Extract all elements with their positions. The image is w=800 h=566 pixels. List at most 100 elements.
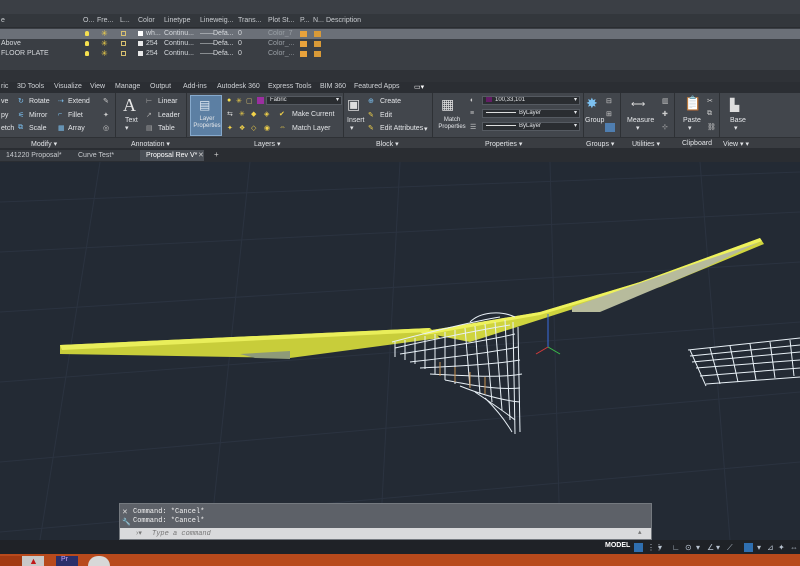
explode-icon[interactable]: ✦ — [103, 111, 109, 119]
base-button[interactable]: Base — [730, 117, 746, 124]
header-lineweight[interactable]: Lineweig... — [200, 17, 233, 24]
panel-title-view[interactable]: View ▾ ▾ — [723, 140, 749, 148]
vp-freeze-icon[interactable] — [314, 51, 321, 57]
layer-properties-button[interactable]: ▤ Layer Properties — [190, 95, 222, 136]
color-swatch[interactable] — [138, 51, 143, 56]
chevron-down-icon[interactable]: ▾ — [350, 124, 354, 132]
text-button[interactable]: Text — [125, 117, 138, 124]
unlock-icon[interactable] — [121, 51, 126, 56]
id-point-icon[interactable]: ✚ — [662, 110, 668, 118]
erase-icon[interactable]: ✎ — [103, 97, 109, 105]
match-properties-icon[interactable]: ▦ — [441, 96, 454, 113]
fillet-button[interactable]: Fillet — [68, 112, 83, 119]
close-icon[interactable]: ✕ — [122, 508, 128, 516]
layer-lineweight[interactable]: Defa... — [213, 50, 234, 57]
panel-title-modify[interactable]: Modify ▾ — [31, 140, 57, 148]
sun-thaw-icon[interactable]: ✳ — [101, 40, 108, 48]
layer-freeze-icon[interactable]: ✳ — [239, 110, 245, 118]
layer-transparency[interactable]: 0 — [238, 30, 242, 37]
group-icon[interactable]: ✸ — [586, 95, 598, 112]
layer-previous-icon[interactable]: ◉ — [264, 124, 270, 132]
panel-title-annotation[interactable]: Annotation ▾ — [131, 140, 170, 148]
tab-overflow-icon[interactable]: ▭▾ — [414, 83, 424, 91]
calculator-icon[interactable]: ▥ — [662, 97, 669, 105]
object-snap-tracking-icon[interactable]: ⟋ — [727, 543, 733, 553]
sun-thaw-icon[interactable]: ✳ — [101, 50, 108, 58]
layer-lock-icon[interactable]: ◈ — [264, 110, 269, 118]
panel-title-properties[interactable]: Properties ▾ — [485, 140, 522, 148]
header-name[interactable]: e — [1, 17, 5, 24]
doc-tab[interactable]: Curve Test* — [72, 150, 142, 161]
command-input[interactable] — [152, 528, 632, 539]
doc-tab[interactable]: 141220 Proposal* — [0, 150, 74, 161]
extend-button[interactable]: Extend — [68, 98, 90, 105]
color-swatch[interactable] — [138, 31, 143, 36]
leader-button[interactable]: Leader — [158, 112, 180, 119]
layer-linetype[interactable]: Continu... — [164, 40, 194, 47]
text-a-icon[interactable]: A — [123, 95, 136, 116]
layer-lineweight[interactable]: Defa... — [213, 40, 234, 47]
header-linetype[interactable]: Linetype — [164, 17, 190, 24]
tab-express-tools[interactable]: Express Tools — [268, 83, 311, 90]
object-snap-icon[interactable] — [744, 543, 753, 552]
chevron-down-icon[interactable]: ▾ — [636, 124, 640, 132]
edit-attributes-button[interactable]: Edit Attributes — [380, 125, 423, 132]
drawing-viewport[interactable] — [0, 161, 800, 541]
stretch-button[interactable]: etch — [1, 125, 14, 132]
scale-button[interactable]: Scale — [29, 125, 47, 132]
panel-title-groups[interactable]: Groups ▾ — [586, 140, 614, 148]
header-color[interactable]: Color — [138, 17, 155, 24]
header-freeze[interactable]: Fre... — [97, 17, 113, 24]
header-lock[interactable]: L... — [120, 17, 130, 24]
chevron-down-icon[interactable]: ▾ — [424, 125, 428, 133]
tab-basic[interactable]: ric — [1, 83, 8, 90]
isodraft-icon[interactable]: ∠ — [707, 543, 714, 552]
layer-isolate-icon[interactable]: ◆ — [251, 110, 256, 118]
layer-tool-icon[interactable]: ⇆ — [227, 110, 233, 118]
insert-block-icon[interactable]: ▣ — [347, 96, 360, 113]
panel-title-utilities[interactable]: Utilities ▾ — [632, 140, 660, 148]
printer-icon[interactable] — [300, 51, 307, 57]
tab-manage[interactable]: Manage — [115, 83, 140, 90]
mirror-button[interactable]: Mirror — [29, 112, 47, 119]
ungroup-icon[interactable]: ⊟ — [606, 97, 612, 105]
layer-row[interactable]: FLOOR PLATE ✳ 254 Continu... —— Defa... … — [0, 49, 800, 59]
layer-walk-icon[interactable]: ❖ — [239, 124, 245, 132]
tab-autodesk-360[interactable]: Autodesk 360 — [217, 83, 260, 90]
close-tab-icon[interactable]: ✕ — [198, 151, 204, 159]
move-button[interactable]: ve — [1, 98, 8, 105]
panel-title-layers[interactable]: Layers ▾ — [254, 140, 280, 148]
match-properties-button[interactable]: Match Properties — [437, 117, 467, 131]
chevron-down-icon[interactable]: ▾ — [688, 124, 692, 132]
chevron-down-icon[interactable]: ▾ — [734, 124, 738, 132]
layer-transparency[interactable]: 0 — [238, 40, 242, 47]
chevron-up-icon[interactable]: ▴ — [638, 528, 642, 536]
layer-row[interactable]: Above ✳ 254 Continu... —— Defa... 0 Colo… — [0, 39, 800, 49]
header-plot[interactable]: P... — [300, 17, 310, 24]
copy-icon[interactable]: ⧉ — [707, 110, 712, 118]
make-current-button[interactable]: Make Current — [292, 111, 334, 118]
copy-link-icon[interactable]: ⛓ — [707, 123, 716, 131]
tab-add-ins[interactable]: Add-ins — [183, 83, 207, 90]
annotation-scale-icon[interactable]: ⊿ — [767, 543, 774, 552]
layer-row[interactable]: ✳ wh... Continu... —— Defa... 0 Color_7 — [0, 29, 800, 39]
lightbulb-on-icon[interactable] — [85, 51, 89, 56]
new-tab-icon[interactable]: + — [214, 150, 219, 159]
edit-button[interactable]: Edit — [380, 112, 392, 119]
premiere-taskbar-icon[interactable]: Pr — [56, 556, 78, 566]
vp-freeze-icon[interactable] — [314, 41, 321, 47]
clipboard-icon[interactable]: 📋 — [684, 95, 701, 112]
model-space-button[interactable]: MODEL — [605, 542, 630, 549]
printer-icon[interactable] — [300, 41, 307, 47]
command-line-window[interactable]: ✕ 🔧 Command: *Cancel* Command: *Cancel* … — [119, 503, 652, 540]
measure-icon[interactable]: ⟷ — [631, 99, 645, 110]
annotation-icon[interactable]: ✦ — [778, 543, 785, 552]
chevron-down-icon[interactable]: ▾ — [696, 543, 700, 552]
layer-dropdown[interactable]: Fabric ▾ — [266, 96, 342, 105]
layer-transparency[interactable]: 0 — [238, 50, 242, 57]
offset-icon[interactable]: ◎ — [103, 124, 109, 132]
wrench-icon[interactable]: 🔧 — [122, 518, 131, 526]
sun-thaw-icon[interactable]: ✳ — [101, 30, 108, 38]
group-button[interactable]: Group — [585, 117, 604, 124]
chevron-down-icon[interactable]: ▾ — [658, 543, 662, 552]
